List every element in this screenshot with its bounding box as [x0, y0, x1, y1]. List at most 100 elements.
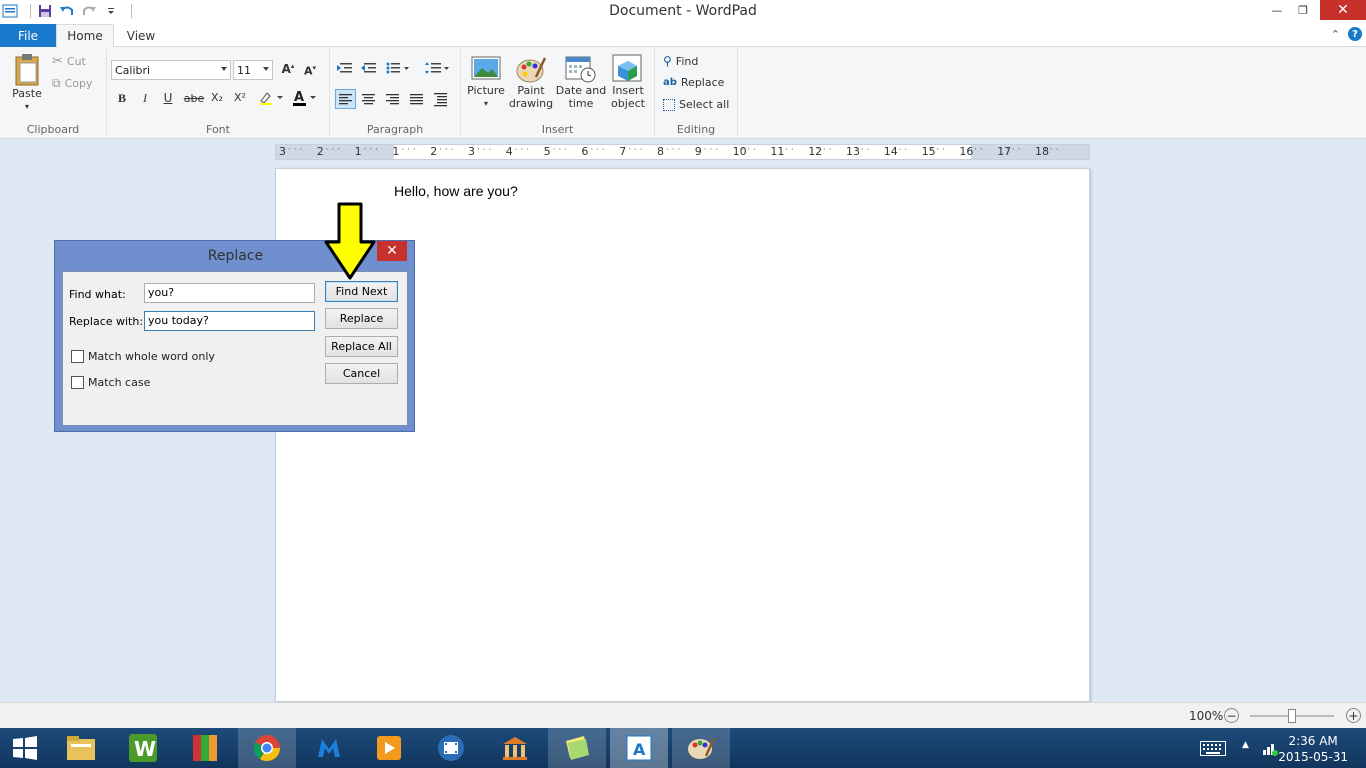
italic-button[interactable]: I	[136, 91, 154, 106]
find-button[interactable]: ⚲ Find	[663, 54, 698, 68]
tab-file[interactable]: File	[0, 24, 56, 47]
match-whole-word-checkbox[interactable]: Match whole word only	[71, 350, 215, 363]
replace-with-input[interactable]: you today?	[144, 311, 315, 331]
replace-ribbon-button[interactable]: ab Replace	[663, 76, 724, 89]
font-size-select[interactable]: 11	[233, 60, 273, 80]
taskbar-paint[interactable]	[672, 728, 730, 768]
clock-time: 2:36 AM	[1288, 734, 1338, 748]
taskbar-library[interactable]	[486, 728, 544, 768]
ruler-tick-label: 2	[430, 145, 438, 158]
match-case-box[interactable]	[71, 376, 84, 389]
tab-home[interactable]: Home	[56, 24, 114, 48]
select-all-icon	[663, 98, 675, 111]
ruler-tick-label: 3	[468, 145, 475, 158]
clock-date: 2015-05-31	[1278, 750, 1348, 764]
insert-group: Picture ▾ Paint drawing Date and time In…	[461, 47, 655, 139]
align-left-button[interactable]	[335, 89, 356, 109]
wordpad-taskbar-icon: A	[626, 735, 652, 761]
taskbar-video-app[interactable]	[422, 728, 480, 768]
ruler-tick-label: 5	[543, 145, 551, 158]
ruler-minor-ticks: · · ·	[703, 145, 719, 155]
copy-button[interactable]: ⧉ Copy	[52, 76, 92, 91]
ruler-minor-ticks: · · ·	[1006, 145, 1021, 155]
picture-button[interactable]: Picture ▾	[466, 54, 506, 110]
ribbon: Paste ▾ ✂ Cut ⧉ Copy Clipboard Calibri 1…	[0, 47, 1366, 139]
ruler-tick-label: 3	[279, 145, 286, 158]
picture-label: Picture	[467, 84, 505, 97]
archive-icon	[193, 735, 217, 761]
clipboard-group-label: Clipboard	[26, 123, 80, 136]
system-tray: ▲ 2:36 AM 2015-05-31	[1186, 728, 1366, 768]
ruler-minor-ticks: · · ·	[325, 145, 341, 155]
annotation-arrow-icon	[324, 202, 376, 280]
font-family-value: Calibri	[115, 63, 151, 77]
cut-button[interactable]: ✂ Cut	[52, 54, 86, 69]
minimize-button[interactable]: —	[1264, 0, 1290, 20]
document-text[interactable]: Hello, how are you?	[394, 183, 518, 199]
restore-button[interactable]: ❐	[1290, 0, 1316, 20]
strikethrough-button[interactable]: abe	[183, 92, 205, 105]
taskbar-chrome[interactable]	[238, 728, 296, 768]
ruler-minor-ticks: · · ·	[930, 145, 945, 155]
paint-label-line2: drawing	[508, 97, 554, 110]
ruler-minor-ticks: · · ·	[477, 145, 492, 155]
insert-group-label: Insert	[541, 123, 574, 136]
zoom-in-button[interactable]: +	[1346, 708, 1361, 723]
keyboard-icon[interactable]	[1200, 741, 1226, 757]
select-all-button[interactable]: Select all	[663, 98, 729, 111]
replace-all-button[interactable]: Replace All	[325, 336, 398, 357]
font-family-select[interactable]: Calibri	[111, 60, 231, 80]
replace-button[interactable]: Replace	[325, 308, 398, 329]
taskbar-winrar[interactable]	[176, 728, 234, 768]
shrink-font-icon[interactable]: A▾	[301, 64, 319, 78]
copy-icon: ⧉	[52, 76, 61, 90]
paint-drawing-button[interactable]: Paint drawing	[507, 54, 555, 110]
calendar-icon	[565, 56, 596, 83]
file-explorer-icon	[67, 736, 95, 760]
cut-label: Cut	[66, 55, 86, 68]
object-label-line2: object	[611, 97, 645, 110]
match-whole-word-box[interactable]	[71, 350, 84, 363]
zoom-slider[interactable]	[1250, 709, 1334, 723]
font-color-icon[interactable]: A	[290, 89, 318, 110]
editing-group: ⚲ Find ab Replace Select all Editing	[655, 47, 738, 139]
insert-object-button[interactable]: Insert object	[607, 54, 649, 110]
taskbar-wordpad[interactable]: A	[610, 728, 668, 768]
close-button[interactable]: ✕	[1320, 0, 1366, 20]
replace-ribbon-label: Replace	[680, 76, 725, 89]
taskbar-media-player[interactable]	[360, 728, 418, 768]
tray-expand-icon[interactable]: ▲	[1242, 740, 1249, 750]
taskbar-word-app[interactable]: W	[114, 728, 172, 768]
ruler-minor-ticks: · · ·	[666, 145, 681, 155]
taskbar-notes[interactable]	[548, 728, 606, 768]
tab-view[interactable]: View	[118, 24, 164, 48]
taskbar: W A ▲ 2:36 AM 2015-05-31	[0, 728, 1366, 768]
start-button[interactable]	[0, 728, 50, 768]
taskbar-malwarebytes[interactable]	[300, 728, 358, 768]
ruler-minor-ticks: · · ·	[968, 145, 983, 155]
match-case-checkbox[interactable]: Match case	[71, 376, 150, 389]
ruler-minor-ticks: · · ·	[817, 145, 832, 155]
minimize-ribbon-icon[interactable]: ⌃	[1331, 28, 1340, 41]
dialog-close-button[interactable]: ✕	[377, 241, 407, 261]
find-next-button[interactable]: Find Next	[325, 281, 398, 302]
paste-button[interactable]: Paste ▾	[8, 53, 46, 113]
find-what-input[interactable]: you?	[144, 283, 315, 303]
grow-font-icon[interactable]: A▴	[279, 62, 297, 76]
subscript-button[interactable]: X₂	[208, 91, 226, 104]
zoom-out-button[interactable]: −	[1224, 708, 1239, 723]
align-icons[interactable]	[360, 90, 456, 108]
network-icon[interactable]	[1262, 740, 1278, 756]
taskbar-file-explorer[interactable]	[52, 728, 110, 768]
picture-icon	[471, 56, 501, 80]
bold-button[interactable]: B	[113, 91, 131, 106]
highlight-color-icon[interactable]	[257, 89, 285, 108]
underline-button[interactable]: U	[159, 91, 177, 105]
cancel-button[interactable]: Cancel	[325, 363, 398, 384]
help-icon[interactable]: ?	[1348, 27, 1362, 41]
system-clock[interactable]: 2:36 AM 2015-05-31	[1278, 733, 1348, 765]
superscript-button[interactable]: X²	[231, 91, 249, 104]
ruler[interactable]: 3 · · · 2 · · · 1 · · · 1 · · · 2 · · · 3 · · · 4 · ·…	[275, 144, 1090, 160]
date-time-button[interactable]: Date and time	[555, 54, 607, 110]
zoom-slider-thumb[interactable]	[1288, 709, 1296, 723]
